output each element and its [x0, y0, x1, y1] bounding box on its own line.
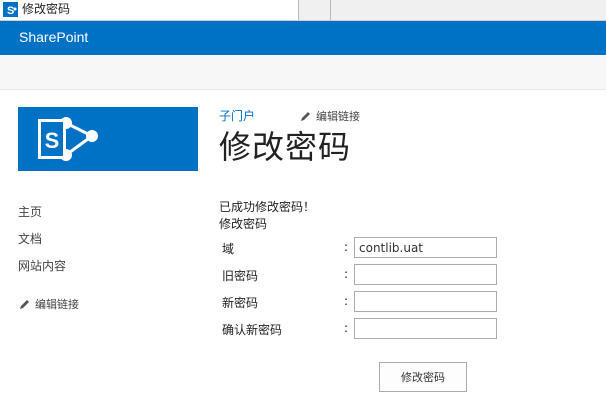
- old-password-input[interactable]: [354, 264, 497, 285]
- browser-tab-title: 修改密码: [22, 2, 71, 16]
- new-password-colon: :: [344, 294, 349, 308]
- nav-item-documents[interactable]: 文档: [18, 231, 198, 258]
- domain-input[interactable]: [354, 237, 497, 258]
- sharepoint-logo-icon: S: [38, 117, 98, 161]
- success-message: 已成功修改密码！: [219, 200, 316, 214]
- nav-item-home[interactable]: 主页: [18, 204, 198, 231]
- pencil-icon: [20, 300, 29, 309]
- browser-tab[interactable]: S 修改密码: [0, 0, 299, 20]
- tab-separator: [330, 0, 331, 20]
- domain-label: 域: [222, 242, 235, 256]
- new-password-input[interactable]: [354, 291, 497, 312]
- form-heading: 修改密码: [219, 217, 268, 231]
- edit-links-top[interactable]: 编辑链接: [300, 108, 360, 124]
- confirm-password-label: 确认新密码: [222, 323, 283, 337]
- suite-brand[interactable]: SharePoint: [19, 29, 88, 45]
- confirm-password-input[interactable]: [354, 318, 497, 339]
- new-password-label: 新密码: [222, 296, 259, 310]
- pencil-icon: [301, 112, 310, 121]
- edit-links-label: 编辑链接: [316, 110, 360, 123]
- ribbon-area: [0, 55, 606, 90]
- breadcrumb-link-subportal[interactable]: 子门户: [219, 107, 255, 124]
- domain-colon: :: [344, 240, 349, 254]
- old-password-label: 旧密码: [222, 269, 259, 283]
- sharepoint-icon: S: [3, 2, 18, 17]
- edit-links-left-nav[interactable]: 编辑链接: [19, 296, 79, 312]
- change-password-button[interactable]: 修改密码: [379, 362, 467, 392]
- suite-bar: SharePoint: [0, 21, 606, 55]
- confirm-password-colon: :: [344, 321, 349, 335]
- browser-tab-strip: S 修改密码: [0, 0, 606, 21]
- old-password-colon: :: [344, 267, 349, 281]
- svg-text:S: S: [7, 5, 14, 17]
- svg-text:S: S: [45, 128, 60, 153]
- page-title: 修改密码: [219, 128, 352, 166]
- nav-item-site-contents[interactable]: 网站内容: [18, 258, 198, 285]
- left-navigation: 主页 文档 网站内容: [18, 204, 198, 285]
- site-logo[interactable]: S: [18, 107, 198, 171]
- edit-links-label: 编辑链接: [35, 298, 79, 311]
